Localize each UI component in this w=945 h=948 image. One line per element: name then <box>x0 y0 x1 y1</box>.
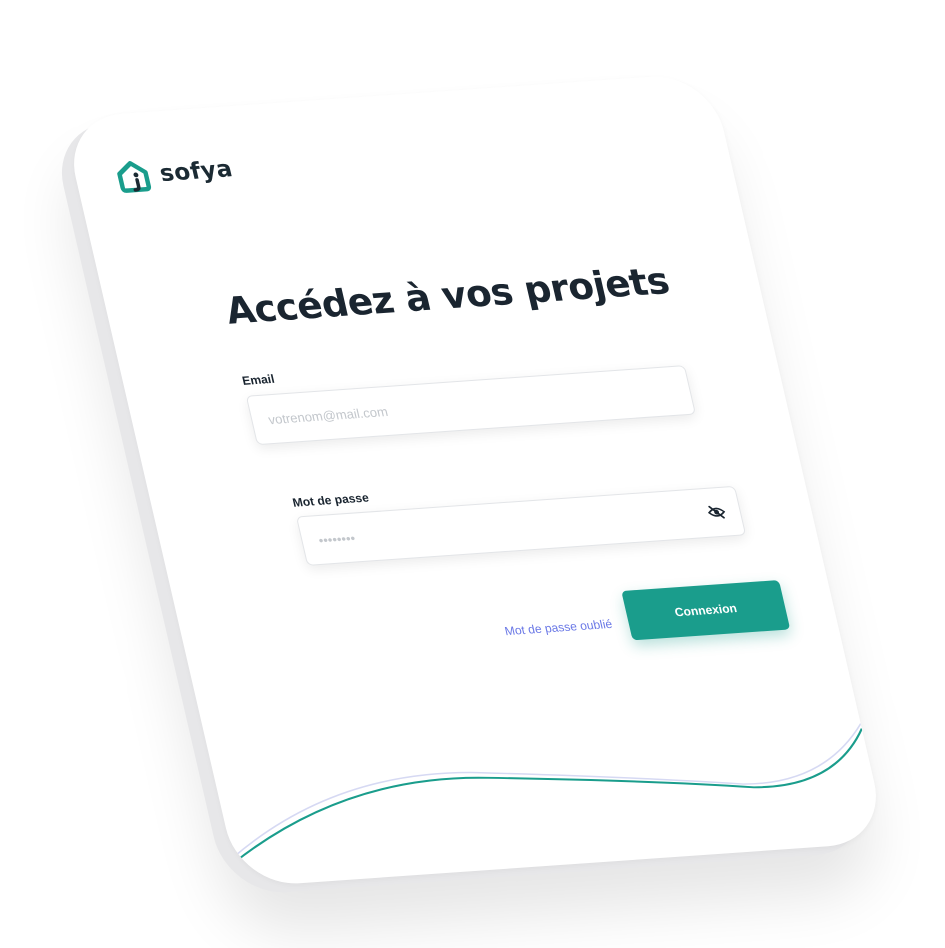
brand-name: sofya <box>157 156 236 188</box>
password-input[interactable] <box>314 504 710 549</box>
forgot-password-link[interactable]: Mot de passe oublié <box>503 617 613 638</box>
email-label: Email <box>240 371 276 388</box>
brand-logo[interactable]: sofya <box>110 152 236 194</box>
login-card-wrapper: sofya Accédez à vos projets Email Mot de… <box>49 72 889 897</box>
scene: sofya Accédez à vos projets Email Mot de… <box>0 0 945 948</box>
login-button[interactable]: Connexion <box>621 580 791 641</box>
login-card: sofya Accédez à vos projets Email Mot de… <box>61 72 889 888</box>
eye-off-icon[interactable] <box>706 504 728 521</box>
email-input[interactable] <box>264 382 678 428</box>
page-title: Accédez à vos projets <box>221 259 674 333</box>
password-label: Mot de passe <box>291 490 371 510</box>
house-icon <box>110 158 158 194</box>
email-field-container <box>245 365 697 446</box>
